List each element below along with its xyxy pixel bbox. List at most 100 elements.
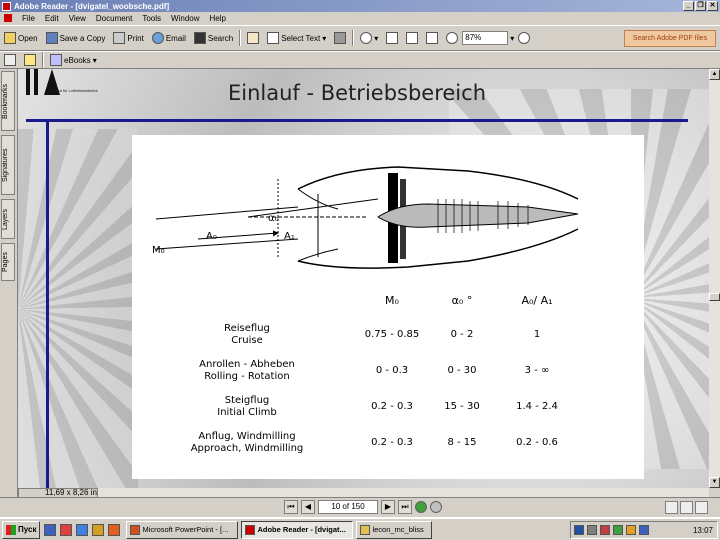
menu-help[interactable]: Help — [210, 14, 226, 23]
horizontal-scrollbar[interactable] — [18, 488, 709, 497]
table-row: Anrollen - Abheben Rolling - Rotation 0 … — [182, 359, 602, 389]
email-label: Email — [165, 33, 186, 43]
comment-icon — [24, 54, 36, 66]
row-m0: 0.2 - 0.3 — [371, 437, 413, 448]
save-icon — [45, 32, 58, 44]
ebooks-label: eBooks — [64, 55, 91, 65]
single-page-icon[interactable] — [665, 501, 678, 514]
snapshot-button[interactable] — [330, 29, 350, 47]
menu-window[interactable]: Window — [171, 14, 199, 23]
zoom-plus-button[interactable] — [514, 29, 534, 47]
first-page-icon[interactable]: ⏮ — [284, 500, 298, 514]
a1-label: A₁ — [284, 231, 295, 242]
row-label: Steigflug — [224, 395, 270, 406]
left-divider — [46, 121, 49, 488]
close-button[interactable]: ✕ — [707, 1, 718, 11]
continuous-icon[interactable] — [680, 501, 693, 514]
print-label: Print — [127, 33, 144, 43]
row-sublabel: Initial Climb — [217, 407, 277, 418]
network-icon[interactable] — [613, 525, 623, 535]
a0-label: A₀ — [206, 231, 217, 242]
save-copy-label: Save a Copy — [59, 33, 106, 43]
volume-icon[interactable] — [639, 525, 649, 535]
background-turbine-image-left — [18, 129, 138, 488]
streamline-lower — [155, 238, 299, 250]
attach-button[interactable] — [0, 51, 20, 69]
document-view[interactable]: Institut für Luftfahrtantriebe Einlauf -… — [18, 69, 709, 488]
chevron-down-icon[interactable]: ▾ — [322, 34, 326, 43]
zoom-in-button[interactable]: ▾ — [356, 29, 382, 47]
email-button[interactable]: Email — [148, 29, 190, 47]
tab-pages[interactable]: Pages — [1, 243, 15, 281]
task-adobe-reader[interactable]: Adobe Reader - [dvigat... — [241, 520, 354, 539]
task-folder[interactable]: lecon_mc_bliss — [356, 520, 433, 539]
search-button[interactable]: Search — [190, 29, 237, 47]
zoom-out-button[interactable] — [442, 29, 462, 47]
row-alpha: 8 - 15 — [447, 437, 477, 448]
tray-icon[interactable] — [626, 525, 636, 535]
start-button[interactable]: Пуск — [2, 520, 41, 539]
scroll-down-icon[interactable]: ▼ — [709, 477, 720, 488]
fit-width-button[interactable] — [422, 29, 442, 47]
printer-icon — [113, 32, 126, 44]
last-page-icon[interactable]: ⏭ — [398, 500, 412, 514]
adobe-reader-icon — [2, 1, 11, 11]
tab-layers[interactable]: Layers — [1, 199, 15, 239]
quicklaunch-app-icon[interactable] — [60, 523, 73, 536]
ebook-icon — [50, 54, 62, 66]
open-button[interactable]: Open — [0, 29, 42, 47]
fit-page-button[interactable] — [402, 29, 422, 47]
comment-button[interactable] — [20, 51, 40, 69]
scroll-up-icon[interactable]: ▲ — [709, 69, 720, 80]
page-number-field[interactable]: 10 of 150 — [318, 500, 378, 514]
go-back-icon[interactable] — [415, 501, 427, 513]
ebooks-button[interactable]: eBooks ▾ — [46, 51, 101, 69]
previous-page-icon[interactable]: ◀ — [301, 500, 315, 514]
folder-icon — [360, 524, 371, 535]
document-icon[interactable] — [4, 14, 12, 22]
row-ratio: 0.2 - 0.6 — [516, 437, 558, 448]
continuous-facing-icon[interactable] — [695, 501, 708, 514]
quicklaunch-folder-icon[interactable] — [92, 523, 105, 536]
save-copy-button[interactable]: Save a Copy — [42, 29, 110, 47]
go-forward-icon[interactable] — [430, 501, 442, 513]
print-button[interactable]: Print — [109, 29, 147, 47]
maximize-button[interactable]: ❐ — [695, 1, 706, 11]
hand-tool-button[interactable] — [243, 29, 263, 47]
next-page-icon[interactable]: ▶ — [381, 500, 395, 514]
search-adobe-pdf-button[interactable]: Search Adobe PDF files — [624, 30, 716, 47]
menu-tools[interactable]: Tools — [142, 14, 161, 23]
task-powerpoint[interactable]: Microsoft PowerPoint - [... — [126, 520, 239, 539]
engine-inlet-diagram — [155, 166, 579, 269]
powerpoint-icon — [130, 524, 141, 535]
vertical-scrollbar[interactable]: ▲ ▼ — [709, 69, 720, 488]
language-icon[interactable] — [574, 525, 584, 535]
actual-size-button[interactable] — [382, 29, 402, 47]
adobe-reader-icon — [245, 524, 256, 535]
menu-file[interactable]: File — [22, 14, 35, 23]
menu-document[interactable]: Document — [96, 14, 132, 23]
tab-bookmarks[interactable]: Bookmarks — [1, 71, 15, 131]
chevron-down-icon[interactable]: ▾ — [374, 34, 378, 43]
minimize-button[interactable]: _ — [683, 1, 694, 11]
select-text-label: Select Text — [281, 33, 321, 43]
clock[interactable]: 13:07 — [693, 526, 713, 535]
alpha0-label: α₀ — [268, 213, 279, 224]
menu-edit[interactable]: Edit — [45, 14, 59, 23]
quicklaunch-media-icon[interactable] — [108, 523, 121, 536]
quicklaunch-desktop-icon[interactable] — [76, 523, 89, 536]
nacelle-lower — [297, 228, 579, 269]
scroll-thumb[interactable] — [709, 293, 720, 301]
row-alpha: 15 - 30 — [444, 401, 480, 412]
tray-icon[interactable] — [600, 525, 610, 535]
zoom-input[interactable]: 87% — [462, 31, 509, 45]
menu-view[interactable]: View — [69, 14, 86, 23]
main-toolbar: Open Save a Copy Print Email Search Sele… — [0, 25, 720, 51]
tray-icon[interactable] — [587, 525, 597, 535]
chevron-down-icon[interactable]: ▾ — [93, 56, 97, 65]
quicklaunch-ie-icon[interactable] — [44, 523, 57, 536]
menu-bar: File Edit View Document Tools Window Hel… — [0, 12, 720, 24]
row-label: Reiseflug — [224, 323, 270, 334]
tab-signatures[interactable]: Signatures — [1, 135, 15, 195]
select-text-button[interactable]: Select Text ▾ — [263, 29, 330, 47]
